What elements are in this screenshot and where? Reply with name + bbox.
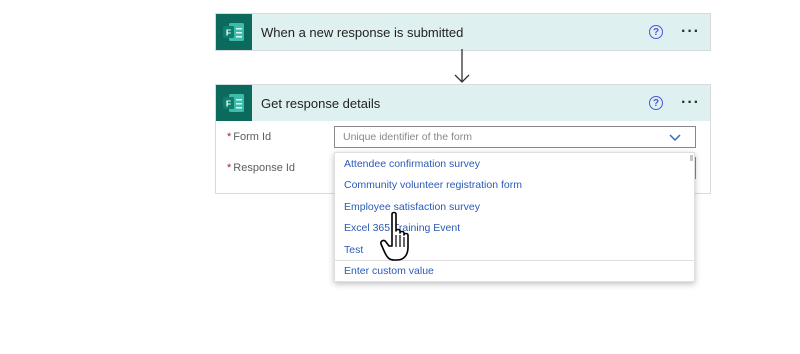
trigger-card[interactable]: F When a new response is submitted ? ··· bbox=[215, 13, 711, 51]
trigger-card-header[interactable]: F When a new response is submitted ? ··· bbox=[216, 14, 710, 50]
form-id-label: * Form Id bbox=[227, 131, 271, 143]
svg-text:F: F bbox=[226, 99, 231, 109]
scrollbar[interactable] bbox=[690, 155, 693, 161]
required-marker: * bbox=[227, 131, 232, 143]
svg-text:F: F bbox=[226, 28, 231, 38]
form-id-dropdown[interactable]: Unique identifier of the form bbox=[334, 126, 696, 148]
help-icon[interactable]: ? bbox=[649, 96, 664, 110]
form-id-placeholder: Unique identifier of the form bbox=[343, 131, 472, 143]
response-id-label: * Response Id bbox=[227, 162, 295, 174]
forms-icon: F bbox=[216, 14, 252, 50]
chevron-down-icon[interactable] bbox=[669, 129, 681, 145]
action-card-title: Get response details bbox=[261, 95, 381, 111]
trigger-card-title: When a new response is submitted bbox=[261, 24, 464, 40]
response-id-label-text: Response Id bbox=[233, 162, 296, 174]
dropdown-option[interactable]: Attendee confirmation survey bbox=[344, 158, 480, 170]
more-options-icon[interactable]: ··· bbox=[681, 24, 700, 40]
dropdown-option[interactable]: Test bbox=[344, 244, 363, 256]
dropdown-option[interactable]: Community volunteer registration form bbox=[344, 179, 522, 191]
help-icon[interactable]: ? bbox=[649, 25, 664, 39]
forms-icon: F bbox=[216, 85, 252, 121]
hand-pointer-icon bbox=[380, 211, 409, 261]
more-options-icon[interactable]: ··· bbox=[681, 95, 700, 111]
required-marker: * bbox=[227, 162, 232, 174]
action-card-header[interactable]: F Get response details ? ··· bbox=[216, 85, 710, 121]
enter-custom-value-option[interactable]: Enter custom value bbox=[344, 265, 434, 277]
connector-arrow-icon bbox=[454, 49, 470, 83]
form-id-label-text: Form Id bbox=[233, 131, 272, 143]
